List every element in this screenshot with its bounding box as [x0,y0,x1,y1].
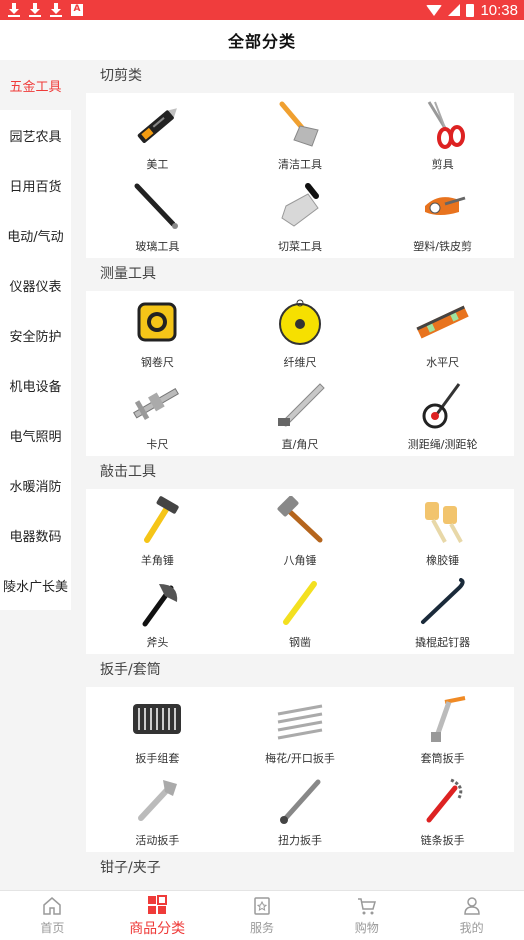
service-icon [251,895,273,917]
wifi-icon [426,4,443,16]
section-title: 测量工具 [100,266,156,282]
sidebar-item-power-tools[interactable]: 电动/气动 [0,210,71,260]
download-icon [8,3,20,17]
wrench-set-icon [129,694,185,744]
category-item-socket-wrench[interactable]: 套筒扳手 [371,688,514,770]
scraper-icon [272,100,328,150]
category-item-wrench-set[interactable]: 扳手组套 [86,688,229,770]
tape-measure-icon [129,298,185,348]
category-item-spirit-level[interactable]: 水平尺 [371,292,514,374]
combination-wrench-icon [272,694,328,744]
sidebar-item-safety[interactable]: 安全防护 [0,310,71,360]
page-header: 全部分类 [0,20,524,60]
utility-knife-icon [129,100,185,150]
octagonal-hammer-icon [272,496,328,546]
scissors-icon [415,100,471,150]
status-bar: A 10:38 [0,0,524,20]
fiber-tape-icon [272,298,328,348]
pipe-cutter-icon [415,182,471,232]
category-icon [146,894,168,916]
category-item-torque-wrench[interactable]: 扭力扳手 [229,770,372,852]
sidebar-item-instruments[interactable]: 仪器仪表 [0,260,71,310]
category-sidebar: 五金工具 园艺农具 日用百货 电动/气动 仪器仪表 安全防护 机电设备 电气照明… [0,60,71,610]
download-icon [29,3,41,17]
category-item-axe[interactable]: 斧头 [86,572,229,654]
category-item-steel-chisel[interactable]: 钢凿 [229,572,372,654]
nav-service[interactable]: 服务 [210,891,315,940]
section-title: 扳手/套筒 [100,662,161,678]
axe-icon [129,578,185,628]
category-item-octagonal-hammer[interactable]: 八角锤 [229,490,372,572]
adjustable-wrench-icon [129,776,185,826]
notification-icons: A [8,3,83,17]
category-item-crowbar[interactable]: 撬棍起钉器 [371,572,514,654]
category-item-chain-wrench[interactable]: 链条扳手 [371,770,514,852]
measuring-wheel-icon [415,380,471,430]
download-icon [50,3,62,17]
category-item-fiber-tape[interactable]: 纤维尺 [229,292,372,374]
crowbar-icon [415,578,471,628]
sidebar-item-electronics[interactable]: 电器数码 [0,510,71,560]
square-ruler-icon [272,380,328,430]
page-title: 全部分类 [227,32,296,51]
category-content[interactable]: 切剪类 美工 清洁工具 剪具 玻璃工具 切菜工具 塑料/铁皮剪 测量工具 钢卷尺… [86,60,514,890]
category-card: 羊角锤 八角锤 橡胶锤 斧头 钢凿 撬棍起钉器 [86,489,514,654]
bottom-navigation: 首页 商品分类 服务 购物 我的 [0,890,524,940]
chain-wrench-icon [415,776,471,826]
category-item-steel-tape[interactable]: 钢卷尺 [86,292,229,374]
category-item-square-ruler[interactable]: 直/角尺 [229,374,372,456]
signal-icon [448,4,461,16]
category-item-shears[interactable]: 剪具 [371,94,514,176]
home-icon [41,895,63,917]
section-title: 切剪类 [100,68,142,84]
category-item-measuring-wheel[interactable]: 测距绳/测距轮 [371,374,514,456]
category-card: 钢卷尺 纤维尺 水平尺 卡尺 直/角尺 测距绳/测距轮 [86,291,514,456]
category-card: 扳手组套 梅花/开口扳手 套筒扳手 活动扳手 扭力扳手 链条扳手 [86,687,514,852]
sidebar-item-lighting[interactable]: 电气照明 [0,410,71,460]
sidebar-item-lingshui[interactable]: 陵水广长美 [0,560,71,610]
category-card: 美工 清洁工具 剪具 玻璃工具 切菜工具 塑料/铁皮剪 [86,93,514,258]
glass-cutter-icon [129,182,185,232]
section-title: 敲击工具 [100,464,156,480]
claw-hammer-icon [129,496,185,546]
category-item-cleaning-tools[interactable]: 清洁工具 [229,94,372,176]
caliper-icon [129,380,185,430]
section-title: 钳子/夹子 [100,860,161,876]
nav-shopping[interactable]: 购物 [314,891,419,940]
sidebar-item-plumbing-fire[interactable]: 水暖消防 [0,460,71,510]
rubber-mallet-icon [415,496,471,546]
nav-profile[interactable]: 我的 [419,891,524,940]
sidebar-item-garden-tools[interactable]: 园艺农具 [0,110,71,160]
socket-wrench-icon [415,694,471,744]
category-item-caliper[interactable]: 卡尺 [86,374,229,456]
nav-home[interactable]: 首页 [0,891,105,940]
sidebar-item-daily-goods[interactable]: 日用百货 [0,160,71,210]
cart-icon [356,895,378,917]
user-icon [461,895,483,917]
category-item-utility-knife[interactable]: 美工 [86,94,229,176]
nav-categories[interactable]: 商品分类 [105,891,210,940]
cleaver-icon [272,182,328,232]
chisel-icon [272,578,328,628]
category-item-claw-hammer[interactable]: 羊角锤 [86,490,229,572]
category-item-combination-wrench[interactable]: 梅花/开口扳手 [229,688,372,770]
status-time: 10:38 [480,1,518,19]
app-a-icon: A [71,4,83,16]
battery-icon [466,3,475,17]
torque-wrench-icon [272,776,328,826]
sidebar-item-hardware-tools[interactable]: 五金工具 [0,60,71,110]
category-item-rubber-mallet[interactable]: 橡胶锤 [371,490,514,572]
spirit-level-icon [415,298,471,348]
category-item-adjustable-wrench[interactable]: 活动扳手 [86,770,229,852]
sidebar-item-mechanical[interactable]: 机电设备 [0,360,71,410]
category-item-kitchen-knives[interactable]: 切菜工具 [229,176,372,258]
category-item-plastic-metal-shears[interactable]: 塑料/铁皮剪 [371,176,514,258]
category-item-glass-tools[interactable]: 玻璃工具 [86,176,229,258]
